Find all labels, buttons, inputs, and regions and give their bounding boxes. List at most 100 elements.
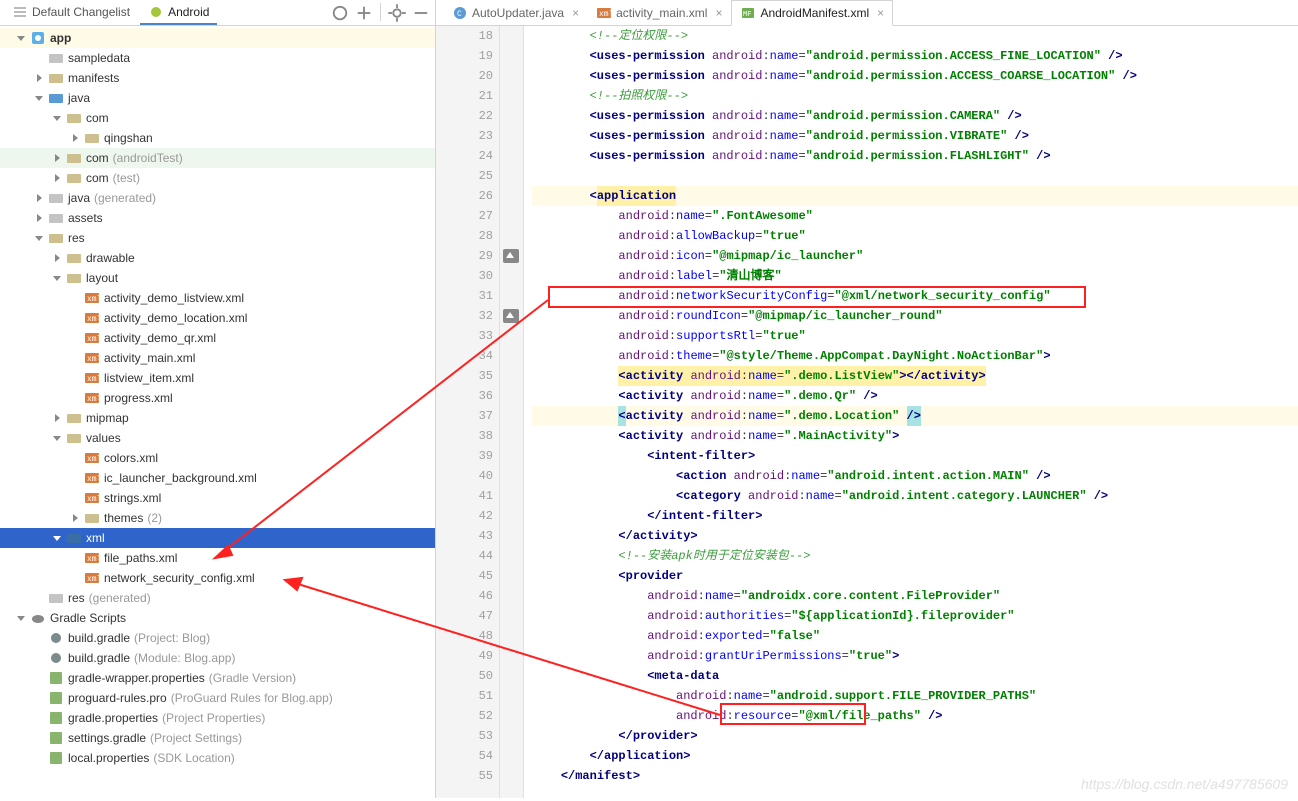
tree-row[interactable]: qingshan xyxy=(0,128,435,148)
code-line[interactable]: <activity android:name=".demo.Qr" /> xyxy=(532,386,1298,406)
code-line[interactable]: </activity> xyxy=(532,526,1298,546)
editor-tab[interactable]: xmlactivity_main.xml× xyxy=(588,0,731,25)
tree-row[interactable]: xmlactivity_demo_qr.xml xyxy=(0,328,435,348)
tree-row[interactable]: com (test) xyxy=(0,168,435,188)
tree-row[interactable]: xmlprogress.xml xyxy=(0,388,435,408)
code-line[interactable]: <activity android:name=".MainActivity"> xyxy=(532,426,1298,446)
code-line[interactable]: <uses-permission android:name="android.p… xyxy=(532,46,1298,66)
sync-icon[interactable] xyxy=(330,3,350,23)
code-line[interactable]: <provider xyxy=(532,566,1298,586)
code-line[interactable]: <uses-permission android:name="android.p… xyxy=(532,126,1298,146)
code-line[interactable]: <activity android:name=".demo.ListView">… xyxy=(532,366,1298,386)
tree-row[interactable]: xmllistview_item.xml xyxy=(0,368,435,388)
code-line[interactable]: <category android:name="android.intent.c… xyxy=(532,486,1298,506)
tree-row[interactable]: Gradle Scripts xyxy=(0,608,435,628)
tree-row[interactable]: xmlcolors.xml xyxy=(0,448,435,468)
code-line[interactable]: android:icon="@mipmap/ic_launcher" xyxy=(532,246,1298,266)
code-area[interactable]: <!--定位权限--> <uses-permission android:nam… xyxy=(524,26,1298,798)
tree-row[interactable]: app xyxy=(0,28,435,48)
code-line[interactable]: android:grantUriPermissions="true"> xyxy=(532,646,1298,666)
line-number: 48 xyxy=(436,626,493,646)
minimize-icon[interactable] xyxy=(411,3,431,23)
tree-row[interactable]: com xyxy=(0,108,435,128)
code-line[interactable]: </intent-filter> xyxy=(532,506,1298,526)
code-line[interactable]: <!--拍照权限--> xyxy=(532,86,1298,106)
tree-row[interactable]: xmlnetwork_security_config.xml xyxy=(0,568,435,588)
spacer xyxy=(34,693,44,703)
code-line[interactable]: <!--安装apk时用于定位安装包--> xyxy=(532,546,1298,566)
tree-row[interactable]: res (generated) xyxy=(0,588,435,608)
code-line[interactable]: android:roundIcon="@mipmap/ic_launcher_r… xyxy=(532,306,1298,326)
tree-row[interactable]: xmlactivity_main.xml xyxy=(0,348,435,368)
gear-icon[interactable] xyxy=(387,3,407,23)
tree-row[interactable]: gradle.properties (Project Properties) xyxy=(0,708,435,728)
tree-row[interactable]: build.gradle (Project: Blog) xyxy=(0,628,435,648)
tree-row[interactable]: gradle-wrapper.properties (Gradle Versio… xyxy=(0,668,435,688)
tree-row[interactable]: xmlic_launcher_background.xml xyxy=(0,468,435,488)
add-icon[interactable] xyxy=(354,3,374,23)
code-line[interactable]: <uses-permission android:name="android.p… xyxy=(532,106,1298,126)
tree-row[interactable]: proguard-rules.pro (ProGuard Rules for B… xyxy=(0,688,435,708)
xml-file-icon: xml xyxy=(84,470,100,486)
tree-row[interactable]: drawable xyxy=(0,248,435,268)
tree-row[interactable]: build.gradle (Module: Blog.app) xyxy=(0,648,435,668)
tree-row[interactable]: xmlfile_paths.xml xyxy=(0,548,435,568)
code-line[interactable]: android:name="androidx.core.content.File… xyxy=(532,586,1298,606)
code-line[interactable]: android:authorities="${applicationId}.fi… xyxy=(532,606,1298,626)
code-line[interactable]: <activity android:name=".demo.Location" … xyxy=(532,406,1298,426)
code-line[interactable]: android:name="android.support.FILE_PROVI… xyxy=(532,686,1298,706)
code-line[interactable]: android:supportsRtl="true" xyxy=(532,326,1298,346)
folder-icon xyxy=(84,510,100,526)
folder-icon xyxy=(66,270,82,286)
code-line[interactable]: <!--定位权限--> xyxy=(532,26,1298,46)
tab-android[interactable]: Android xyxy=(140,1,217,25)
code-line[interactable]: <meta-data xyxy=(532,666,1298,686)
tree-row[interactable]: values xyxy=(0,428,435,448)
tree-label: colors.xml xyxy=(104,451,158,465)
code-line[interactable]: <uses-permission android:name="android.p… xyxy=(532,146,1298,166)
code-line[interactable]: android:networkSecurityConfig="@xml/netw… xyxy=(532,286,1298,306)
project-tree[interactable]: appsampledatamanifestsjavacomqingshancom… xyxy=(0,26,435,768)
code-line[interactable]: <action android:name="android.intent.act… xyxy=(532,466,1298,486)
tree-row[interactable]: java xyxy=(0,88,435,108)
spacer xyxy=(34,593,44,603)
tab-default-changelist[interactable]: Default Changelist xyxy=(4,1,138,25)
tree-row[interactable]: xml xyxy=(0,528,435,548)
close-icon[interactable]: × xyxy=(711,6,722,20)
image-gutter-icon[interactable] xyxy=(503,309,519,323)
close-icon[interactable]: × xyxy=(568,6,579,20)
tree-row[interactable]: xmlactivity_demo_listview.xml xyxy=(0,288,435,308)
tree-row[interactable]: assets xyxy=(0,208,435,228)
tree-row[interactable]: java (generated) xyxy=(0,188,435,208)
code-line[interactable]: android:label="清山博客" xyxy=(532,266,1298,286)
line-number: 45 xyxy=(436,566,493,586)
code-line[interactable]: android:allowBackup="true" xyxy=(532,226,1298,246)
code-line[interactable]: android:theme="@style/Theme.AppCompat.Da… xyxy=(532,346,1298,366)
tree-row[interactable]: xmlstrings.xml xyxy=(0,488,435,508)
tree-row[interactable]: xmlactivity_demo_location.xml xyxy=(0,308,435,328)
tree-row[interactable]: mipmap xyxy=(0,408,435,428)
tree-row[interactable]: res xyxy=(0,228,435,248)
tree-row[interactable]: settings.gradle (Project Settings) xyxy=(0,728,435,748)
editor-tab[interactable]: CAutoUpdater.java× xyxy=(444,0,588,25)
tree-row[interactable]: sampledata xyxy=(0,48,435,68)
gutter-markers xyxy=(500,26,524,798)
tree-row[interactable]: com (androidTest) xyxy=(0,148,435,168)
image-gutter-icon[interactable] xyxy=(503,249,519,263)
editor-panel: CAutoUpdater.java×xmlactivity_main.xml×M… xyxy=(436,0,1298,798)
code-line[interactable]: android:name=".FontAwesome" xyxy=(532,206,1298,226)
code-line[interactable]: android:exported="false" xyxy=(532,626,1298,646)
tree-row[interactable]: manifests xyxy=(0,68,435,88)
code-line[interactable]: <application xyxy=(532,186,1298,206)
close-icon[interactable]: × xyxy=(873,6,884,20)
tree-row[interactable]: layout xyxy=(0,268,435,288)
code-line[interactable]: <intent-filter> xyxy=(532,446,1298,466)
code-line[interactable]: </provider> xyxy=(532,726,1298,746)
code-line[interactable]: android:resource="@xml/file_paths" /> xyxy=(532,706,1298,726)
editor-tab[interactable]: MFAndroidManifest.xml× xyxy=(731,0,893,26)
tree-row[interactable]: local.properties (SDK Location) xyxy=(0,748,435,768)
code-line[interactable]: </application> xyxy=(532,746,1298,766)
tree-row[interactable]: themes (2) xyxy=(0,508,435,528)
code-line[interactable]: <uses-permission android:name="android.p… xyxy=(532,66,1298,86)
code-line[interactable] xyxy=(532,166,1298,186)
